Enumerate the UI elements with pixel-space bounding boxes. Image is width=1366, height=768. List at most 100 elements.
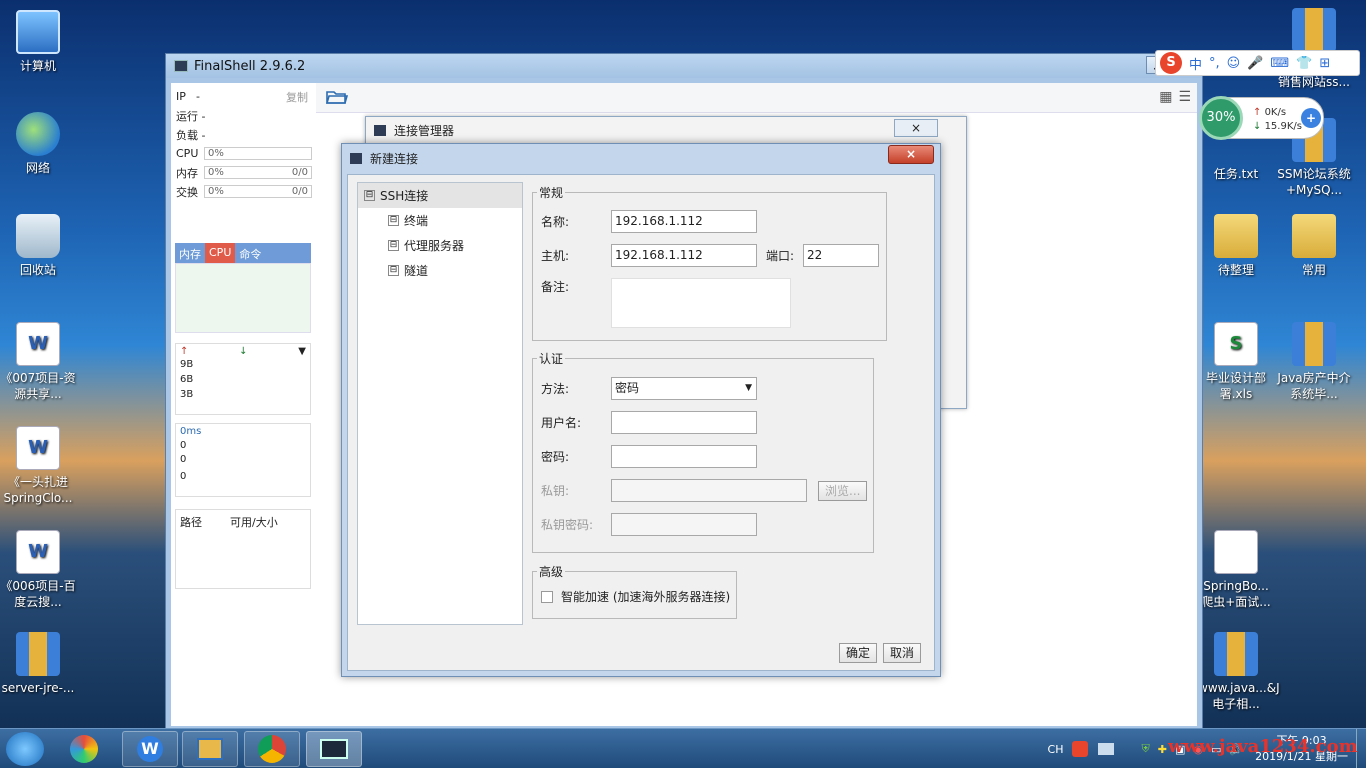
uptime-row: 运行 - — [171, 106, 316, 125]
sogou-logo-icon[interactable]: S — [1160, 52, 1182, 74]
desktop-icon-computer[interactable]: 计算机 — [0, 10, 76, 74]
private-key-input[interactable] — [611, 479, 807, 502]
download-arrow-icon: ↓ — [239, 346, 248, 357]
excel-file-icon: S — [1214, 322, 1258, 366]
swap-value: 0% — [208, 186, 224, 197]
desktop-icon-sales-site[interactable]: 销售网站ss... — [1276, 8, 1352, 90]
collapse-toggle-icon[interactable]: ⊟ — [388, 240, 399, 251]
finalshell-titlebar[interactable]: FinalShell 2.9.6.2 — [166, 54, 1202, 78]
desktop-icon-label: www.java...&J电子相... — [1198, 681, 1280, 711]
close-button[interactable]: × — [888, 145, 934, 164]
taskbar-app-browser[interactable]: W — [122, 731, 178, 767]
tree-item-tunnel[interactable]: ⊟ 隧道 — [358, 258, 522, 283]
window-title: FinalShell 2.9.6.2 — [194, 58, 306, 74]
copy-button[interactable]: 复制 — [286, 89, 308, 105]
grid-view-icon[interactable]: ▦ — [1159, 89, 1172, 105]
emoji-icon[interactable]: ☺ — [1227, 56, 1241, 71]
host-input[interactable]: 192.168.1.112 — [611, 244, 757, 267]
desktop-icon-doc-springcloud[interactable]: W 《一头扎进SpringClo... — [0, 426, 76, 506]
tab-command[interactable]: 命令 — [235, 243, 265, 263]
tree-item-proxy[interactable]: ⊟ 代理服务器 — [358, 233, 522, 258]
network-speed-widget[interactable]: 30% ↑ 0K/s ↓ 15.9K/s + — [1199, 96, 1324, 140]
taskbar-app-chrome[interactable] — [244, 731, 300, 767]
speed-rates: ↑ 0K/s ↓ 15.9K/s — [1253, 106, 1302, 134]
display-tray-icon[interactable] — [1097, 743, 1114, 755]
process-chart-area — [175, 263, 311, 333]
folder-open-icon[interactable] — [325, 89, 349, 109]
desktop-icon-doc-006[interactable]: W 《006项目-百度云搜... — [0, 530, 76, 610]
start-button[interactable] — [6, 732, 44, 766]
desktop-icon-doc-007[interactable]: W 《007项目-资源共享... — [0, 322, 76, 402]
private-key-label: 私钥: — [541, 484, 570, 498]
shield-tray-icon[interactable]: ⛨ — [1142, 742, 1150, 756]
terminal-app-icon — [350, 152, 362, 164]
collapse-toggle-icon[interactable]: ⊟ — [388, 215, 399, 226]
desktop-icon-common-folder[interactable]: 常用 — [1276, 214, 1352, 278]
taskbar-app-explorer[interactable] — [182, 731, 238, 767]
menu-icon[interactable]: ☰ — [1178, 89, 1191, 105]
rar-archive-icon — [1292, 8, 1336, 52]
desktop-icon-pending-folder[interactable]: 待整理 — [1198, 214, 1274, 278]
collapse-toggle-icon[interactable]: ⊟ — [364, 190, 375, 201]
note-textarea[interactable] — [611, 278, 791, 328]
terminal-app-icon — [320, 739, 348, 759]
auth-method-select[interactable]: 密码 ▼ — [611, 377, 757, 400]
taskbar-app-finalshell[interactable] — [306, 731, 362, 767]
close-button[interactable]: × — [894, 119, 938, 137]
load-label: 负载 - — [176, 128, 206, 142]
uptime-label: 运行 - — [176, 109, 206, 123]
word-doc-icon: W — [16, 322, 60, 366]
ime-language-toggle[interactable]: 中 — [1189, 54, 1202, 73]
desktop-icon-recycle-bin[interactable]: 回收站 — [0, 214, 76, 278]
microphone-icon[interactable]: 🎤 — [1247, 56, 1263, 71]
browse-button[interactable]: 浏览... — [818, 480, 868, 501]
username-input[interactable] — [611, 411, 757, 434]
desktop-icon-springboot-crawler[interactable]: SpringBo...爬虫+面试... — [1198, 530, 1274, 610]
swap-ratio: 0/0 — [291, 186, 308, 197]
smart-accel-checkbox[interactable] — [541, 590, 553, 603]
name-input[interactable]: 192.168.1.112 — [611, 210, 757, 233]
desktop-icon-java-house[interactable]: Java房产中介系统毕... — [1276, 322, 1352, 402]
desktop-icon-server-jre[interactable]: server-jre-... — [0, 632, 76, 696]
language-indicator[interactable]: CH — [1048, 743, 1064, 756]
taskbar-app-pinwheel[interactable] — [56, 731, 112, 767]
cpu-row: CPU 0% — [171, 144, 316, 163]
desktop-icon-java-album[interactable]: www.java...&J电子相... — [1198, 632, 1280, 712]
group-legend: 常规 — [537, 184, 566, 201]
dropdown-arrow-icon[interactable]: ▼ — [298, 346, 306, 357]
tree-item-label: 隧道 — [404, 264, 429, 278]
accelerate-plus-icon[interactable]: + — [1301, 108, 1321, 128]
desktop-icon-label: SpringBo...爬虫+面试... — [1201, 579, 1271, 609]
tree-item-terminal[interactable]: ⊟ 终端 — [358, 208, 522, 233]
desktop-icon-label: 毕业设计部署.xls — [1205, 371, 1266, 401]
rar-archive-icon — [1214, 632, 1258, 676]
collapse-toggle-icon[interactable]: ⊟ — [388, 265, 399, 276]
keyboard-icon[interactable]: ⌨ — [1270, 56, 1289, 71]
desktop-icon-label: 回收站 — [19, 263, 56, 277]
ime-punctuation-toggle[interactable]: °, — [1209, 56, 1220, 71]
cross-tray-icon[interactable]: ✚ — [1158, 743, 1167, 756]
disk-column-path: 路径 — [180, 516, 202, 529]
desktop-icon-label: 常用 — [1301, 263, 1326, 277]
ok-button[interactable]: 确定 — [839, 643, 878, 663]
ping-scale-label: 0 — [180, 454, 187, 465]
taskbar: W CH ⛨ ✚ ▣ ◉ ▭ 🔊 下午 9:03 2019/1/21 星期一 — [0, 728, 1366, 768]
password-input[interactable] — [611, 445, 757, 468]
tree-item-ssh[interactable]: ⊟ SSH连接 — [358, 183, 522, 208]
rar-archive-icon — [16, 632, 60, 676]
cancel-button[interactable]: 取消 — [883, 643, 922, 663]
desktop-icon-label: 《007项目-资源共享... — [0, 371, 76, 401]
grid-icon[interactable]: ⊞ — [1319, 56, 1330, 71]
desktop-icon-network[interactable]: 网络 — [0, 112, 76, 176]
sogou-tray-icon[interactable] — [1071, 741, 1088, 757]
port-input[interactable]: 22 — [803, 244, 879, 267]
shirt-icon[interactable]: 👕 — [1296, 56, 1312, 71]
desktop-icon-label: Java房产中介系统毕... — [1277, 371, 1351, 401]
key-password-input[interactable] — [611, 513, 757, 536]
connection-manager-titlebar[interactable]: 连接管理器 — [366, 117, 966, 143]
tab-memory[interactable]: 内存 — [175, 243, 205, 263]
desktop-icon-graduation-xls[interactable]: S 毕业设计部署.xls — [1198, 322, 1274, 402]
new-connection-titlebar[interactable]: 新建连接 — [342, 144, 940, 172]
load-row: 负载 - — [171, 125, 316, 144]
tab-cpu[interactable]: CPU — [205, 243, 236, 263]
